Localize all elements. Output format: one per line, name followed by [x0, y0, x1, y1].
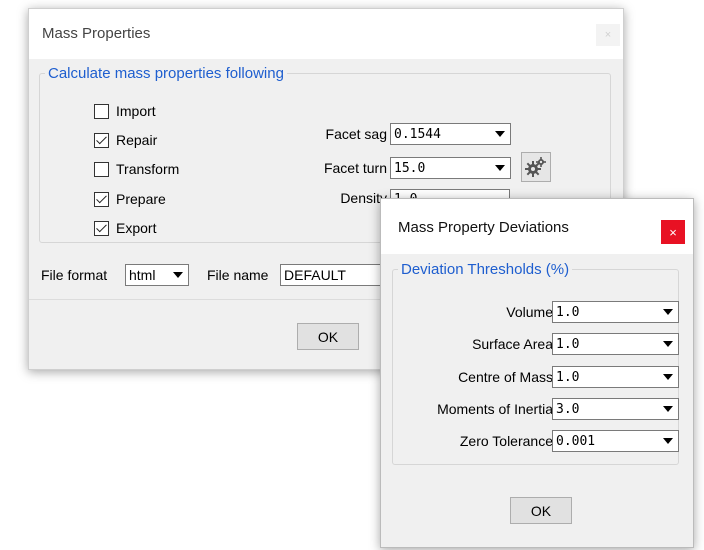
prepare-label: Prepare [116, 191, 166, 207]
calculate-group-title: Calculate mass properties following [48, 65, 284, 82]
surface-area-value: 1.0 [556, 336, 580, 352]
chevron-down-icon[interactable] [490, 131, 510, 137]
facet-turn-label: Facet turn [323, 160, 387, 176]
import-label: Import [116, 103, 156, 119]
repair-checkbox-row[interactable]: Repair [94, 130, 157, 150]
transform-label: Transform [116, 161, 180, 177]
centre-of-mass-label: Centre of Mass [458, 369, 553, 385]
moments-of-inertia-select[interactable]: 3.0 [552, 398, 679, 420]
volume-label: Volume [506, 304, 553, 320]
prepare-checkbox-row[interactable]: Prepare [94, 189, 166, 209]
facet-turn-value: 15.0 [394, 160, 426, 176]
close-icon: × [669, 224, 677, 240]
chevron-down-icon[interactable] [490, 165, 510, 171]
import-checkbox[interactable] [94, 103, 109, 119]
centre-of-mass-value: 1.0 [556, 369, 580, 385]
mass-properties-titlebar[interactable]: Mass Properties × [29, 9, 623, 59]
volume-value: 1.0 [556, 304, 580, 320]
surface-area-select[interactable]: 1.0 [552, 333, 679, 355]
transform-checkbox[interactable] [94, 161, 109, 177]
zero-tolerance-value: 0.001 [556, 433, 596, 449]
chevron-down-icon[interactable] [658, 374, 678, 380]
chevron-down-icon[interactable] [168, 272, 188, 278]
settings-button[interactable] [521, 152, 551, 182]
moments-of-inertia-label: Moments of Inertia [437, 401, 553, 417]
facet-turn-select[interactable]: 15.0 [390, 157, 511, 179]
surface-area-label: Surface Area [472, 336, 553, 352]
deviations-dialog: Mass Property Deviations × Deviation Thr… [380, 198, 694, 548]
zero-tolerance-select[interactable]: 0.001 [552, 430, 679, 452]
mass-properties-title: Mass Properties [42, 25, 151, 42]
mass-properties-ok-button[interactable]: OK [297, 323, 359, 350]
deviations-titlebar[interactable]: Mass Property Deviations × [381, 199, 693, 254]
facet-sag-select[interactable]: 0.1544 [390, 123, 511, 145]
chevron-down-icon[interactable] [658, 309, 678, 315]
export-label: Export [116, 220, 157, 236]
volume-select[interactable]: 1.0 [552, 301, 679, 323]
facet-sag-value: 0.1544 [394, 126, 441, 142]
moments-of-inertia-value: 3.0 [556, 401, 580, 417]
zero-tolerance-label: Zero Tolerance [459, 433, 553, 449]
centre-of-mass-select[interactable]: 1.0 [552, 366, 679, 388]
chevron-down-icon[interactable] [658, 341, 678, 347]
export-checkbox[interactable] [94, 220, 109, 236]
import-checkbox-row[interactable]: Import [94, 101, 156, 121]
repair-checkbox[interactable] [94, 132, 109, 148]
transform-checkbox-row[interactable]: Transform [94, 159, 179, 179]
chevron-down-icon[interactable] [658, 406, 678, 412]
close-icon: × [604, 29, 612, 41]
mass-properties-close-button[interactable]: × [596, 24, 620, 46]
export-checkbox-row[interactable]: Export [94, 218, 156, 238]
gears-icon [525, 157, 546, 177]
file-name-label: File name [207, 267, 269, 283]
file-format-value: html [129, 267, 156, 283]
deviation-thresholds-title: Deviation Thresholds (%) [401, 261, 570, 278]
repair-label: Repair [116, 132, 158, 148]
deviations-ok-button[interactable]: OK [510, 497, 572, 524]
file-format-select[interactable]: html [125, 264, 189, 286]
facet-sag-label: Facet sag [325, 126, 387, 142]
file-format-label: File format [41, 267, 108, 283]
deviations-title: Mass Property Deviations [398, 219, 569, 236]
prepare-checkbox[interactable] [94, 191, 109, 207]
chevron-down-icon[interactable] [658, 438, 678, 444]
deviations-close-button[interactable]: × [661, 220, 685, 244]
